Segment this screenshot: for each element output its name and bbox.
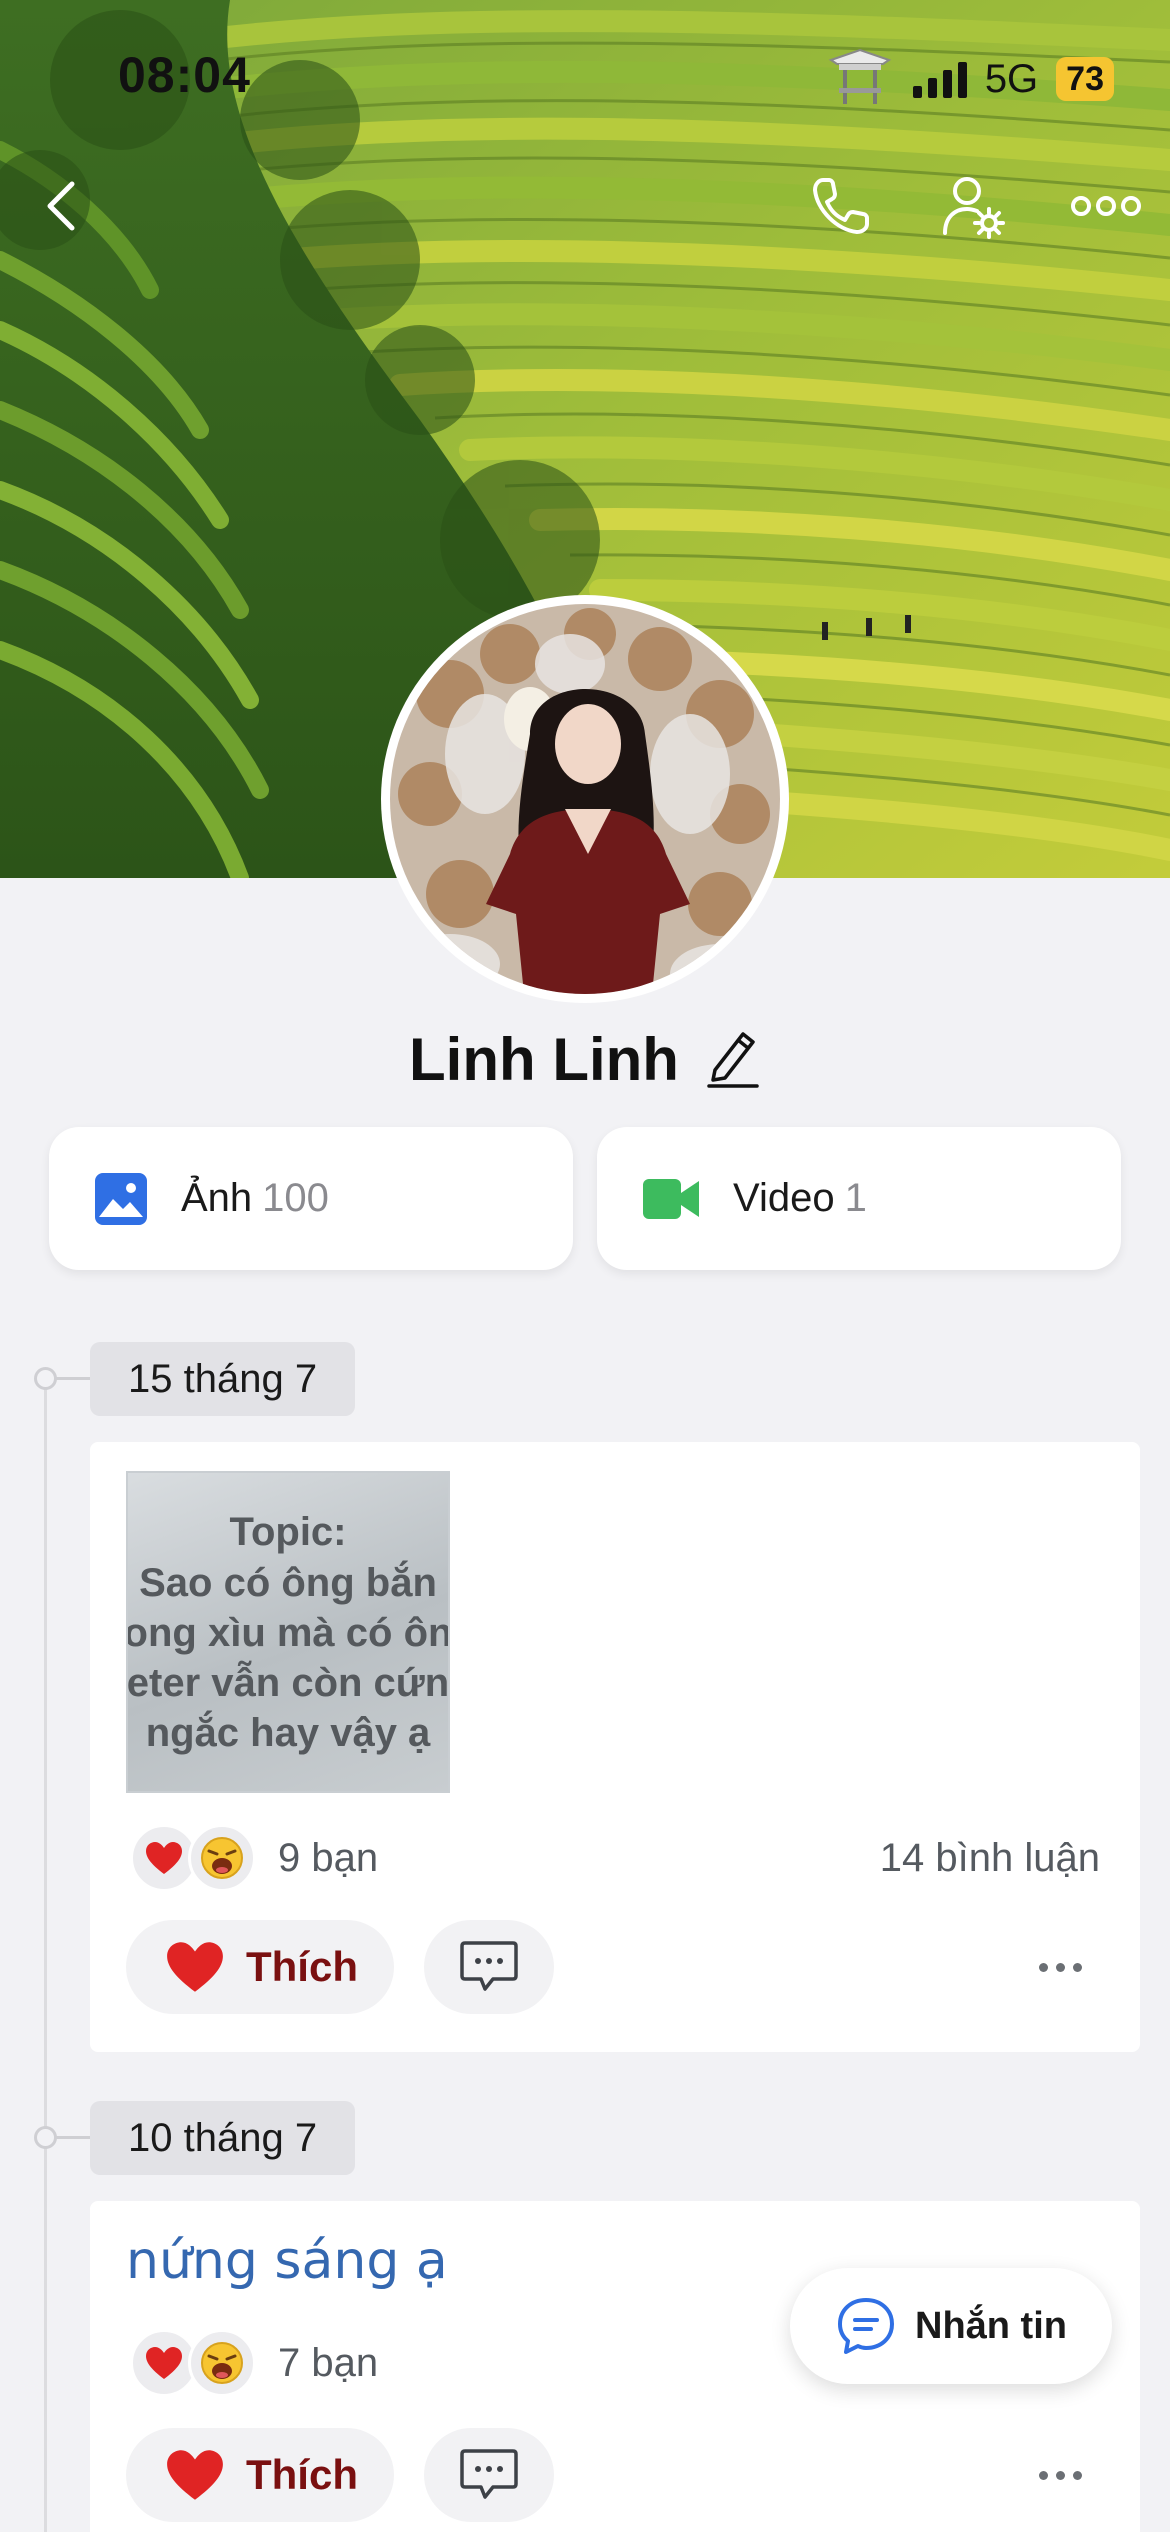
like-label: Thích	[246, 1943, 358, 1990]
post-text[interactable]: nứng sáng ạ	[126, 2231, 448, 2291]
signal-strength-icon	[912, 60, 967, 98]
videos-card[interactable]: Video 1	[597, 1127, 1121, 1270]
videos-count: 1	[844, 1176, 867, 1220]
post-actions: Thích	[126, 2428, 1100, 2522]
date-label: 15 tháng 7	[90, 1342, 356, 1416]
laugh-reaction-icon	[188, 2329, 256, 2397]
video-camera-icon	[643, 1178, 699, 1219]
post-image-line: ong xìu mà có ôn	[126, 1611, 450, 1655]
send-message-label: Nhắn tin	[915, 2304, 1067, 2347]
status-indicators: 5G 73	[825, 48, 1114, 104]
timeline-line	[44, 1378, 47, 2532]
comment-icon	[460, 1941, 518, 1991]
videos-label: Video	[733, 1176, 835, 1220]
more-dot-icon	[1072, 2470, 1082, 2480]
profile-name: Linh Linh	[409, 1026, 679, 1093]
like-label: Thích	[246, 2451, 358, 2498]
post-more-button[interactable]	[1020, 2445, 1100, 2505]
reaction-count: 9 bạn	[278, 1835, 379, 1880]
more-dot-icon	[1038, 2470, 1048, 2480]
timeline-tick	[56, 1377, 90, 1380]
post-image-line: eter vẫn còn cứn	[126, 1661, 450, 1705]
heart-icon	[167, 1942, 223, 1992]
reaction-count: 7 bạn	[278, 2340, 379, 2385]
photos-label: Ảnh	[181, 1176, 253, 1220]
image-icon	[95, 1172, 147, 1225]
heart-icon	[167, 2450, 223, 2500]
date-label: 10 tháng 7	[90, 2101, 356, 2175]
like-button[interactable]: Thích	[126, 1920, 394, 2014]
post-actions: Thích	[126, 1920, 1100, 2014]
reaction-summary[interactable]: 9 bạn 14 bình luận	[130, 1818, 1100, 1898]
profile-settings-button[interactable]	[934, 166, 1014, 246]
comment-button[interactable]	[424, 2428, 554, 2522]
comment-count[interactable]: 14 bình luận	[880, 1836, 1100, 1881]
back-button[interactable]	[22, 166, 102, 246]
battery-level: 73	[1056, 57, 1114, 101]
user-gear-icon	[943, 177, 1005, 239]
more-horizontal-icon	[1071, 196, 1141, 216]
more-dot-icon	[1055, 2470, 1065, 2480]
post-image[interactable]: Topic: Sao có ông bắn ong xìu mà có ôn e…	[126, 1471, 450, 1793]
reaction-emojis	[130, 1818, 270, 1898]
edit-name-button[interactable]	[705, 1026, 761, 1093]
laugh-reaction-icon	[188, 1824, 256, 1892]
phone-icon	[813, 178, 869, 234]
like-button[interactable]: Thích	[126, 2428, 394, 2522]
more-dot-icon	[1072, 1962, 1082, 1972]
post-card[interactable]: Topic: Sao có ông bắn ong xìu mà có ôn e…	[90, 1442, 1140, 2052]
comment-icon	[460, 2449, 518, 2499]
more-options-button[interactable]	[1066, 166, 1146, 246]
pencil-icon	[707, 1032, 759, 1088]
post-image-topic: Topic:	[229, 1510, 347, 1554]
more-dot-icon	[1055, 1962, 1065, 1972]
post-image-line: Sao có ông bắn	[139, 1561, 437, 1605]
timeline-tick	[56, 2136, 90, 2139]
avatar[interactable]	[381, 595, 789, 1003]
chat-bubble-icon	[838, 2298, 894, 2354]
profile-name-row: Linh Linh	[0, 1025, 1170, 1094]
status-time: 08:04	[118, 47, 251, 103]
photos-count: 100	[262, 1176, 329, 1220]
more-dot-icon	[1038, 1962, 1048, 1972]
post-more-button[interactable]	[1020, 1937, 1100, 1997]
chevron-left-icon	[47, 181, 75, 231]
network-type: 5G	[984, 56, 1039, 101]
timeline-dot	[34, 1367, 57, 1390]
call-button[interactable]	[801, 166, 881, 246]
comment-button[interactable]	[424, 1920, 554, 2014]
photos-card[interactable]: Ảnh 100	[49, 1127, 573, 1270]
hotspot-icon	[825, 46, 895, 113]
send-message-button[interactable]: Nhắn tin	[790, 2268, 1112, 2384]
post-image-line: ngắc hay vậy ạ	[145, 1711, 431, 1755]
timeline-dot	[34, 2126, 57, 2149]
reaction-emojis	[130, 2323, 270, 2403]
